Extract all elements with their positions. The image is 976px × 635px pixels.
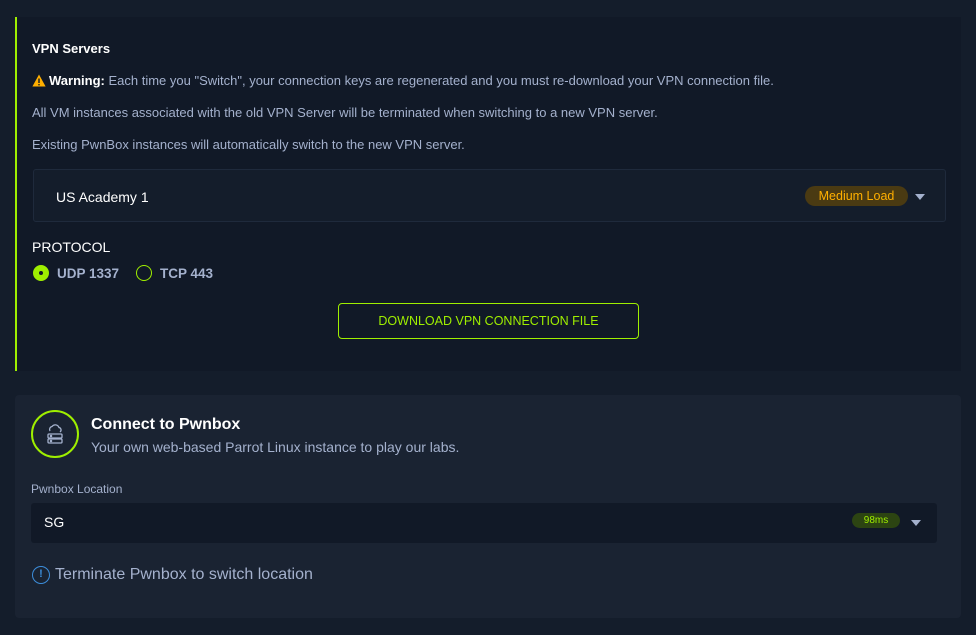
- chevron-down-icon[interactable]: [911, 520, 921, 526]
- warning-label: Warning:: [49, 73, 105, 88]
- warning-text: Each time you "Switch", your connection …: [108, 73, 774, 88]
- tcp-radio[interactable]: [136, 265, 152, 281]
- pwnbox-location-select[interactable]: SG 98ms: [31, 503, 937, 543]
- protocol-option-tcp[interactable]: TCP 443: [136, 265, 213, 281]
- chevron-down-icon[interactable]: [915, 194, 925, 200]
- cloud-server-icon: [47, 424, 63, 444]
- protocol-label: PROTOCOL: [32, 239, 111, 255]
- udp-label: UDP 1337: [57, 265, 120, 281]
- warning-icon: [32, 74, 46, 87]
- udp-radio[interactable]: [33, 265, 49, 281]
- vpn-servers-title: VPN Servers: [32, 41, 111, 56]
- server-name: US Academy 1: [56, 189, 149, 205]
- pwnbox-title: Connect to Pwnbox: [91, 416, 241, 433]
- download-vpn-button[interactable]: DOWNLOAD VPN CONNECTION FILE: [338, 303, 639, 339]
- terminate-text: Terminate Pwnbox to switch location: [55, 566, 313, 583]
- vpn-servers-panel: VPN Servers Warning: Each time you "Swit…: [15, 17, 961, 371]
- pwnbox-switch-note: Existing PwnBox instances will automatic…: [32, 137, 465, 152]
- terminate-pwnbox-notice: ! Terminate Pwnbox to switch location: [32, 566, 313, 584]
- vpn-server-select[interactable]: US Academy 1 Medium Load: [33, 169, 946, 222]
- server-load-badge: Medium Load: [805, 186, 908, 206]
- location-value: SG: [44, 514, 65, 530]
- pwnbox-icon-circle: [31, 410, 79, 458]
- ping-badge: 98ms: [852, 513, 900, 528]
- protocol-option-udp[interactable]: UDP 1337: [33, 265, 119, 281]
- pwnbox-subtitle: Your own web-based Parrot Linux instance…: [91, 439, 460, 455]
- warning-line: Warning: Each time you "Switch", your co…: [32, 73, 774, 88]
- pwnbox-location-label: Pwnbox Location: [31, 482, 123, 496]
- info-icon: !: [32, 566, 50, 584]
- pwnbox-panel: Connect to Pwnbox Your own web-based Par…: [15, 395, 961, 618]
- vm-termination-note: All VM instances associated with the old…: [32, 105, 658, 120]
- tcp-label: TCP 443: [160, 265, 214, 281]
